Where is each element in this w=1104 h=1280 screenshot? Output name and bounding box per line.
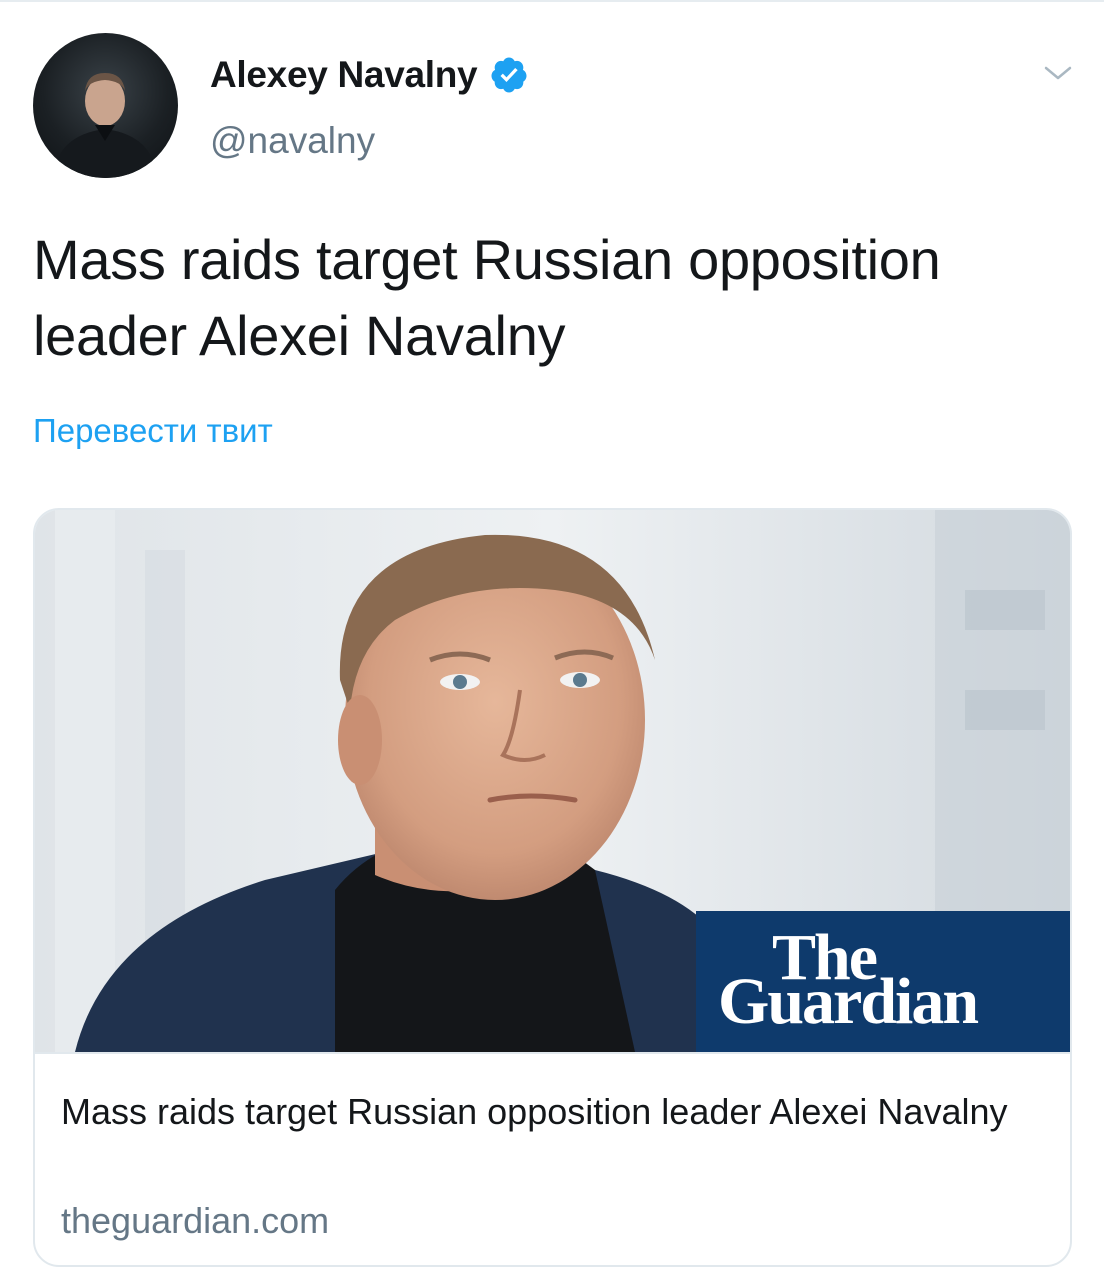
chevron-down-icon[interactable] xyxy=(1040,58,1076,88)
avatar[interactable] xyxy=(33,33,178,178)
link-card[interactable]: The Guardian Mass raids target Russian o… xyxy=(33,508,1072,1267)
avatar-portrait xyxy=(53,73,157,178)
tweet-text: Mass raids target Russian opposition lea… xyxy=(33,228,941,367)
guardian-logo: The Guardian xyxy=(696,911,1070,1052)
translate-tweet-link[interactable]: Перевести твит xyxy=(33,412,273,450)
card-domain[interactable]: theguardian.com xyxy=(61,1200,329,1242)
tweet: Alexey Navalny @navalny Mass raids targe… xyxy=(0,0,1104,1280)
author-name-row: Alexey Navalny xyxy=(210,52,529,98)
verified-badge-icon xyxy=(489,55,529,95)
card-image[interactable]: The Guardian xyxy=(35,510,1070,1052)
guardian-logo-line2: Guardian xyxy=(718,965,979,1038)
author-display-name[interactable]: Alexey Navalny xyxy=(210,54,478,96)
author-handle[interactable]: @navalny xyxy=(210,120,375,162)
card-title[interactable]: Mass raids target Russian opposition lea… xyxy=(61,1084,1051,1140)
card-body[interactable]: Mass raids target Russian opposition lea… xyxy=(35,1052,1070,1265)
